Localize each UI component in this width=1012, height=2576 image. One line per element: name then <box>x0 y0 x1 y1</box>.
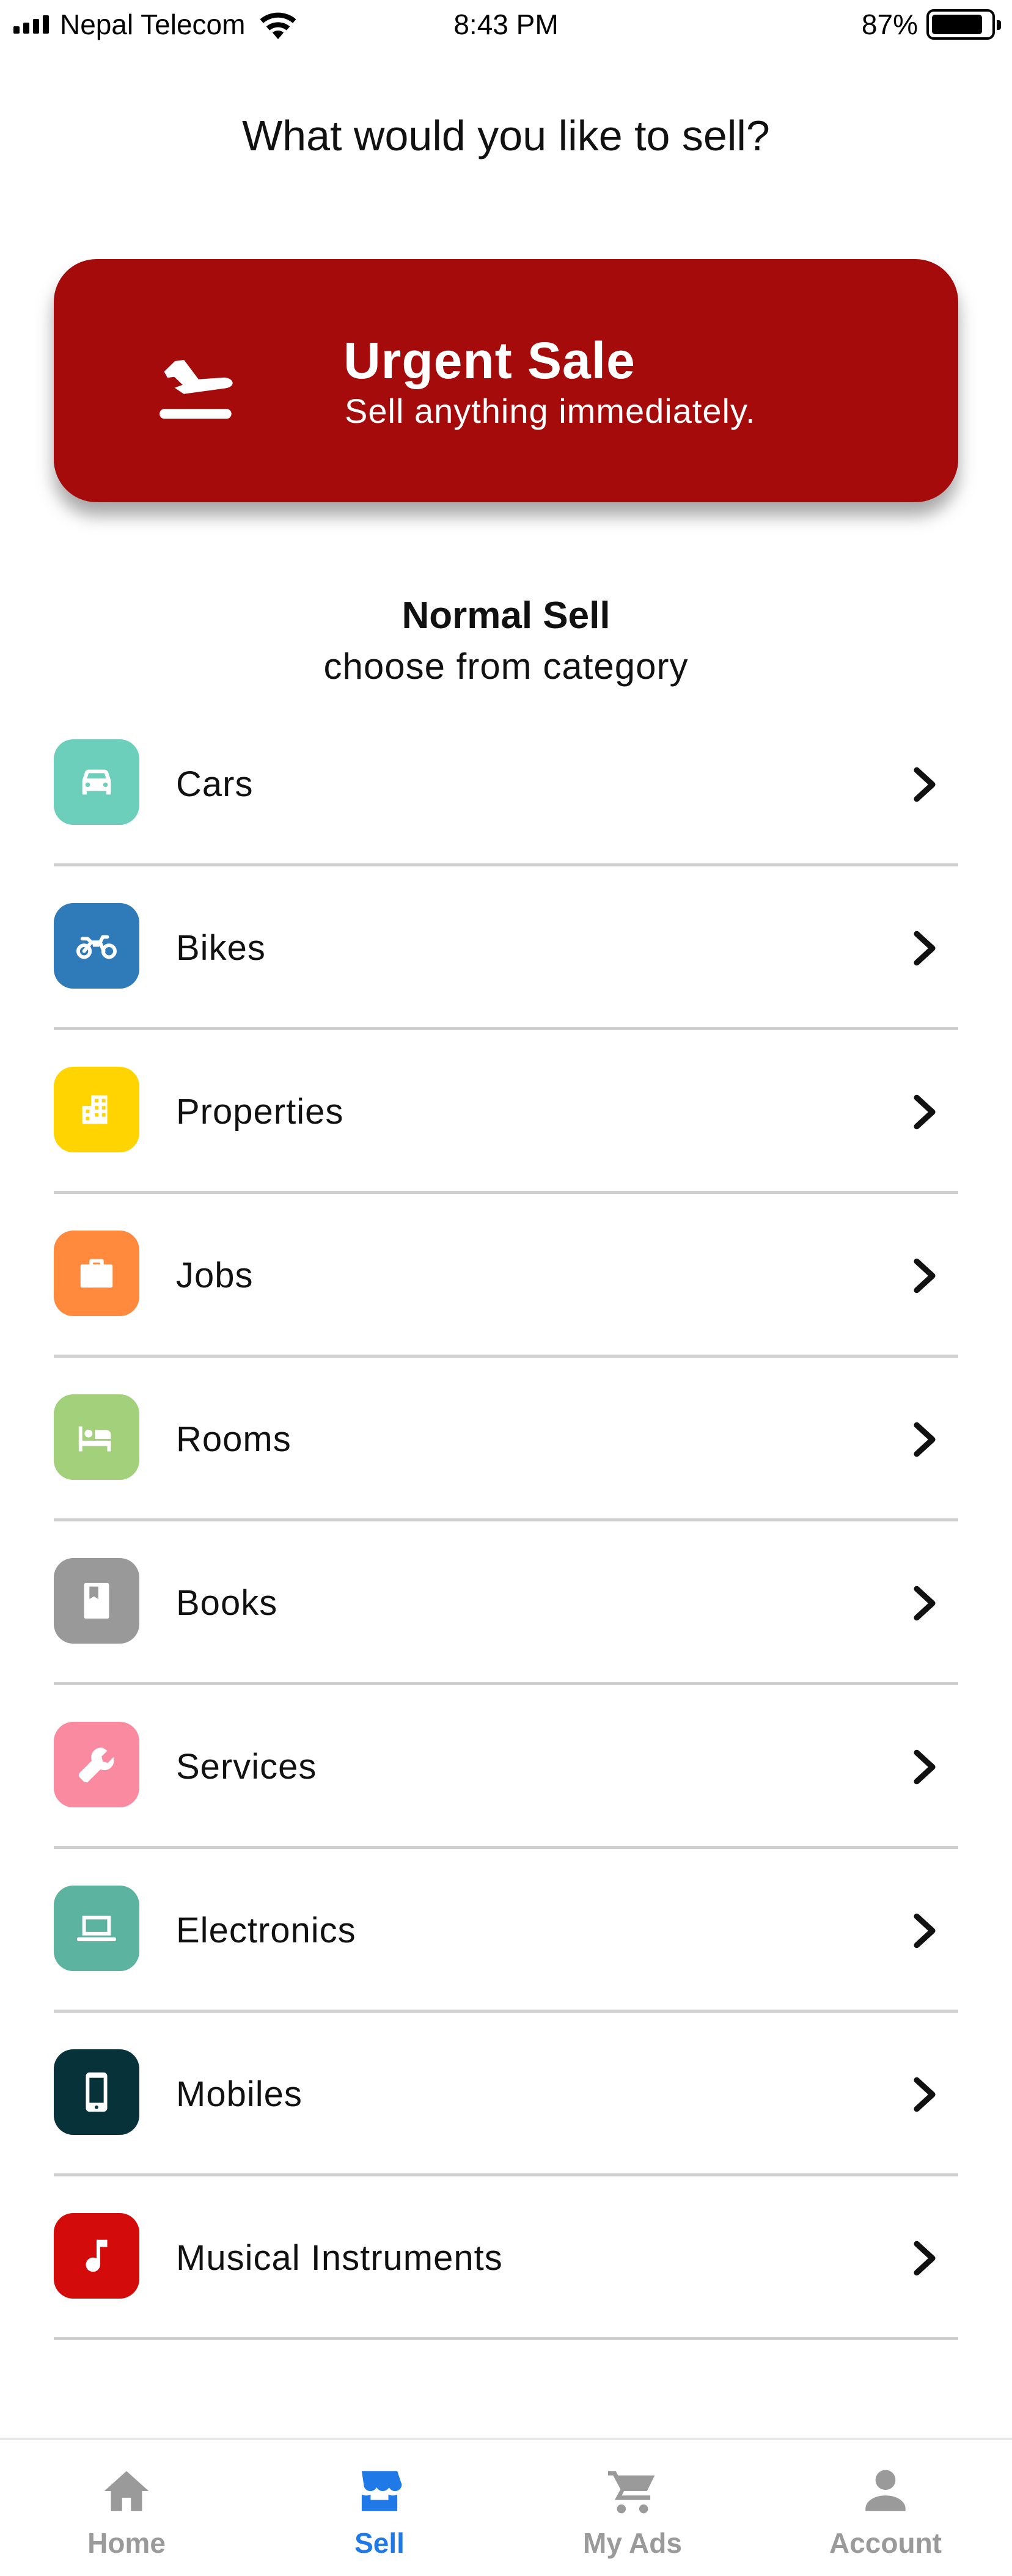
page-title: What would you like to sell? <box>242 112 770 159</box>
laptop-icon <box>54 1886 139 1971</box>
apartment-icon <box>54 1067 139 1152</box>
normal-sell-subtitle: choose from category <box>323 646 689 687</box>
normal-sell-title: Normal Sell <box>402 595 610 637</box>
battery-cap <box>997 20 1001 30</box>
category-label: Musical Instruments <box>176 2238 503 2278</box>
category-label: Mobiles <box>176 2074 302 2114</box>
wrench-icon <box>54 1722 139 1807</box>
category-row-cars[interactable]: Cars <box>54 703 958 866</box>
category-label: Services <box>176 1747 317 1787</box>
category-row-mobiles[interactable]: Mobiles <box>54 2013 958 2176</box>
book-icon <box>54 1558 139 1644</box>
chevron-right-icon <box>914 1749 936 1785</box>
chevron-right-icon <box>914 1094 936 1130</box>
nav-label: Sell <box>354 2527 405 2559</box>
urgent-sale-title: Urgent Sale <box>343 332 636 389</box>
status-bar: Nepal Telecom 8:43 PM 87% <box>0 0 1012 49</box>
car-icon <box>54 739 139 825</box>
nav-label: Account <box>829 2527 942 2559</box>
chevron-right-icon <box>914 2077 936 2112</box>
category-label: Properties <box>176 1092 344 1132</box>
nav-item-account[interactable]: Account <box>759 2440 1012 2576</box>
category-label: Jobs <box>176 1256 254 1295</box>
battery-icon <box>926 9 1001 40</box>
category-label: Books <box>176 1583 278 1623</box>
urgent-sale-subtitle: Sell anything immediately. <box>345 392 756 430</box>
nav-label: My Ads <box>583 2527 682 2559</box>
status-right: 87% <box>861 6 1001 43</box>
category-label: Electronics <box>176 1911 356 1950</box>
battery-fill <box>932 15 982 34</box>
category-row-musical-instruments[interactable]: Musical Instruments <box>54 2176 958 2340</box>
category-row-services[interactable]: Services <box>54 1685 958 1849</box>
category-row-properties[interactable]: Properties <box>54 1030 958 1194</box>
category-row-rooms[interactable]: Rooms <box>54 1358 958 1521</box>
smartphone-icon <box>54 2049 139 2135</box>
category-label: Rooms <box>176 1419 292 1459</box>
nav-label: Home <box>87 2527 166 2559</box>
person-icon <box>865 2470 906 2511</box>
bottom-nav: Home Sell My Ads Account <box>0 2438 1012 2576</box>
category-list: Cars Bikes Properties Jobs Rooms Books S… <box>54 703 958 2340</box>
music-note-icon <box>54 2213 139 2299</box>
chevron-right-icon <box>914 1422 936 1457</box>
category-row-electronics[interactable]: Electronics <box>54 1849 958 2013</box>
urgent-sale-card[interactable]: Urgent Sale Sell anything immediately. <box>54 259 958 502</box>
nav-item-sell[interactable]: Sell <box>253 2440 506 2576</box>
chevron-right-icon <box>914 1258 936 1293</box>
flight-takeoff-icon <box>160 360 233 419</box>
cart-icon <box>608 2471 655 2514</box>
battery-percent: 87% <box>861 9 918 40</box>
motorcycle-icon <box>54 903 139 989</box>
chevron-right-icon <box>914 767 936 802</box>
category-row-jobs[interactable]: Jobs <box>54 1194 958 1358</box>
chevron-right-icon <box>914 2241 936 2276</box>
chevron-right-icon <box>914 931 936 966</box>
category-label: Bikes <box>176 928 266 968</box>
status-time: 8:43 PM <box>453 9 559 40</box>
store-icon <box>361 2471 402 2511</box>
chevron-right-icon <box>914 1586 936 1621</box>
nav-item-home[interactable]: Home <box>0 2440 253 2576</box>
briefcase-icon <box>54 1231 139 1316</box>
chevron-right-icon <box>914 1913 936 1948</box>
nav-item-my-ads[interactable]: My Ads <box>506 2440 759 2576</box>
category-label: Cars <box>176 764 254 804</box>
bed-icon <box>54 1394 139 1480</box>
category-row-books[interactable]: Books <box>54 1521 958 1685</box>
home-icon <box>104 2471 149 2511</box>
category-row-bikes[interactable]: Bikes <box>54 866 958 1030</box>
